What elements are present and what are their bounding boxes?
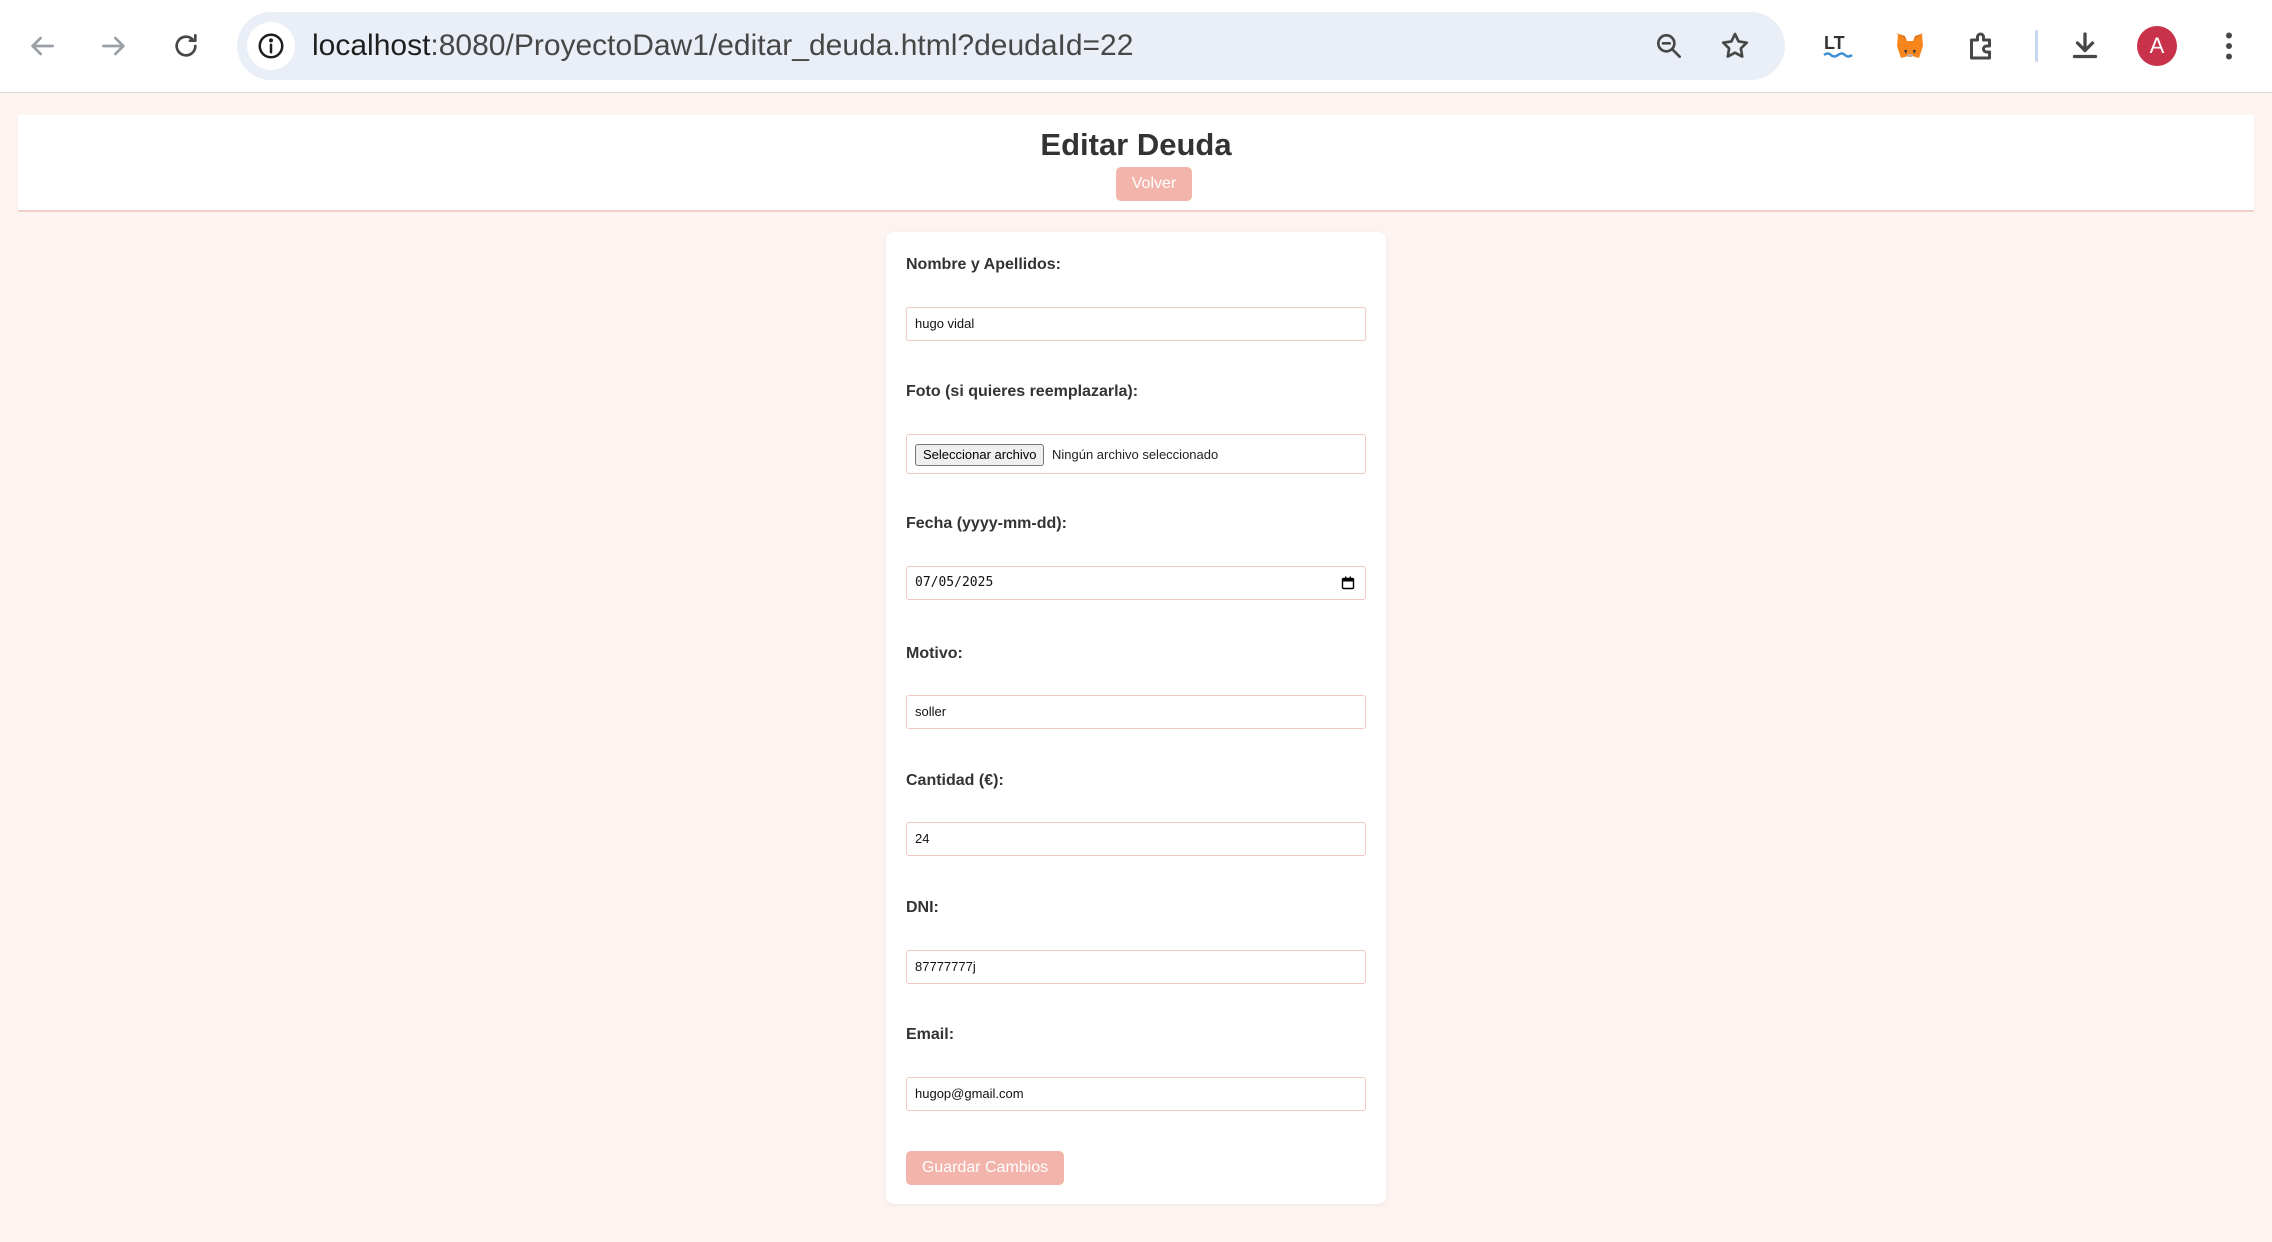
file-status-text: Ningún archivo seleccionado [1052,447,1219,462]
name-label: Nombre y Apellidos: [906,256,1061,273]
metamask-fox-icon[interactable] [1886,22,1934,70]
email-label: Email: [906,1026,955,1043]
browser-toolbar: localhost:8080/ProyectoDaw1/editar_deuda… [0,0,2272,93]
amount-input[interactable]: 24 [906,822,1366,856]
dni-input[interactable]: 87777777j [906,950,1366,984]
page-header: Editar Deuda Volver [18,115,2254,212]
bookmark-star-icon[interactable] [1715,26,1755,66]
date-value: 07/05/2025 [915,575,994,590]
reload-icon[interactable] [162,22,210,70]
extensions-puzzle-icon[interactable] [1958,22,2006,70]
photo-label: Foto (si quieres reemplazarla): [906,383,1139,400]
date-input[interactable]: 07/05/2025 [906,566,1366,600]
address-bar[interactable]: localhost:8080/ProyectoDaw1/editar_deuda… [237,12,1785,80]
email-input[interactable]: hugop@gmail.com [906,1077,1366,1111]
back-arrow-icon[interactable] [18,22,66,70]
toolbar-separator [2035,30,2038,62]
zoom-icon[interactable] [1649,26,1689,66]
download-icon[interactable] [2061,22,2109,70]
photo-file-input[interactable]: Seleccionar archivo Ningún archivo selec… [906,434,1366,474]
url-text: localhost:8080/ProyectoDaw1/editar_deuda… [312,12,1133,80]
page-title: Editar Deuda [1040,127,1232,162]
profile-avatar[interactable]: A [2137,26,2177,66]
back-button[interactable]: Volver [1116,167,1192,201]
dni-label: DNI: [906,899,939,916]
url-host: localhost [312,29,431,62]
url-path: :8080/ProyectoDaw1/editar_deuda.html?deu… [430,29,1134,62]
amount-label: Cantidad (€): [906,772,1004,789]
kebab-menu-icon[interactable] [2205,22,2253,70]
save-changes-button[interactable]: Guardar Cambios [906,1151,1064,1185]
reason-input[interactable]: soller [906,695,1366,729]
edit-debt-form: Nombre y Apellidos: hugo vidal Foto (si … [886,232,1386,1204]
forward-arrow-icon[interactable] [90,22,138,70]
choose-file-button[interactable]: Seleccionar archivo [915,444,1045,466]
calendar-icon[interactable] [1341,576,1355,590]
name-input[interactable]: hugo vidal [906,307,1366,341]
svg-text:LT: LT [1824,33,1845,53]
site-info-icon[interactable] [247,22,295,70]
date-label: Fecha (yyyy-mm-dd): [906,515,1067,532]
reason-label: Motivo: [906,645,963,662]
languagetool-icon[interactable]: LT [1814,22,1862,70]
